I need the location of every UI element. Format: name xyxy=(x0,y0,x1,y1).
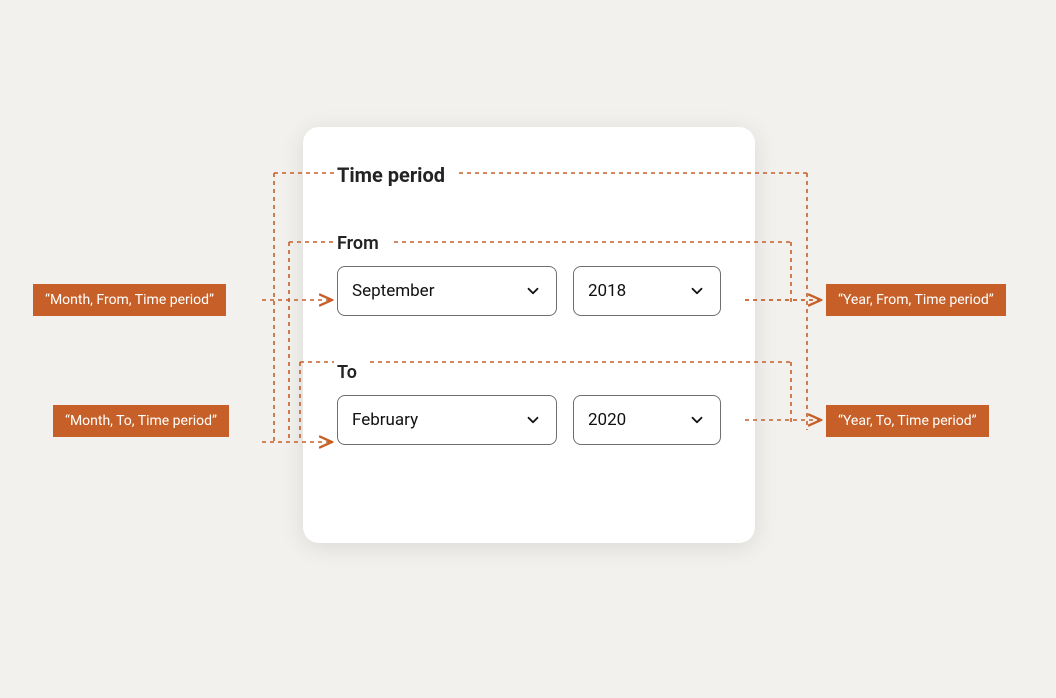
to-label: To xyxy=(337,362,721,383)
from-month-value: September xyxy=(352,281,434,301)
annotation-year-to: “Year, To, Time period” xyxy=(826,405,989,437)
from-year-select[interactable]: 2018 xyxy=(573,266,721,316)
annotation-year-from: “Year, From, Time period” xyxy=(826,284,1006,316)
to-year-select[interactable]: 2020 xyxy=(573,395,721,445)
chevron-down-icon xyxy=(688,282,706,300)
to-month-value: February xyxy=(352,410,418,430)
from-year-value: 2018 xyxy=(588,281,626,301)
time-period-card: Time period From September 2018 To Febru… xyxy=(303,127,755,543)
annotation-month-from: “Month, From, Time period” xyxy=(33,284,226,316)
chevron-down-icon xyxy=(524,282,542,300)
to-month-select[interactable]: February xyxy=(337,395,557,445)
annotation-month-to: “Month, To, Time period” xyxy=(53,405,229,437)
from-label: From xyxy=(337,233,721,254)
chevron-down-icon xyxy=(524,411,542,429)
chevron-down-icon xyxy=(688,411,706,429)
to-year-value: 2020 xyxy=(588,410,626,430)
from-month-select[interactable]: September xyxy=(337,266,557,316)
card-title: Time period xyxy=(337,163,721,187)
to-row: February 2020 xyxy=(337,395,721,445)
from-row: September 2018 xyxy=(337,266,721,316)
